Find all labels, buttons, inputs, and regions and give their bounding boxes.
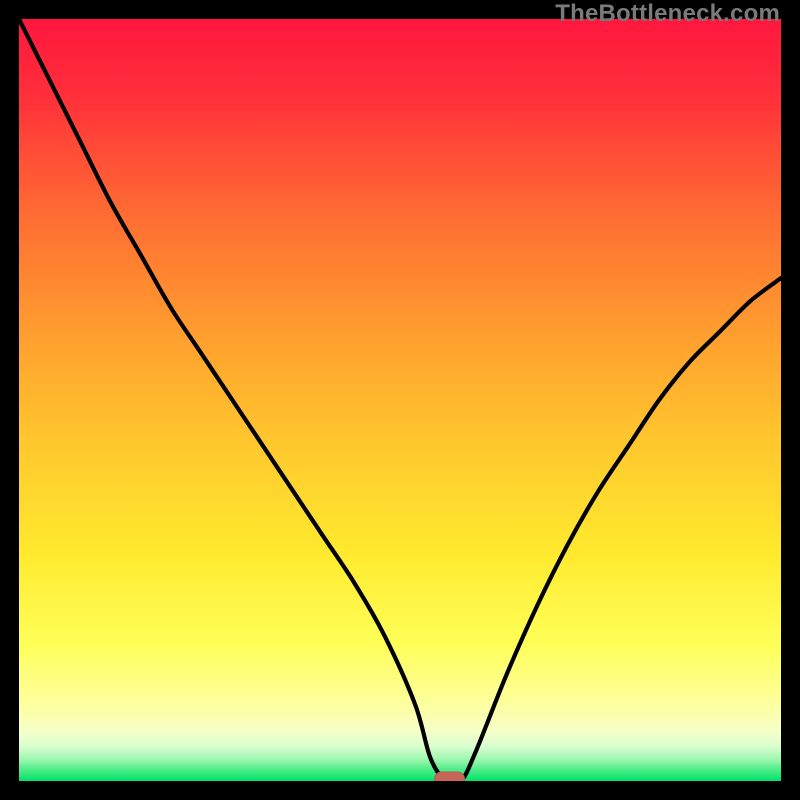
chart-svg [19, 19, 781, 781]
optimal-marker [435, 772, 465, 781]
chart-frame: TheBottleneck.com [0, 0, 800, 800]
plot-area [19, 19, 781, 781]
watermark-text: TheBottleneck.com [555, 0, 780, 28]
